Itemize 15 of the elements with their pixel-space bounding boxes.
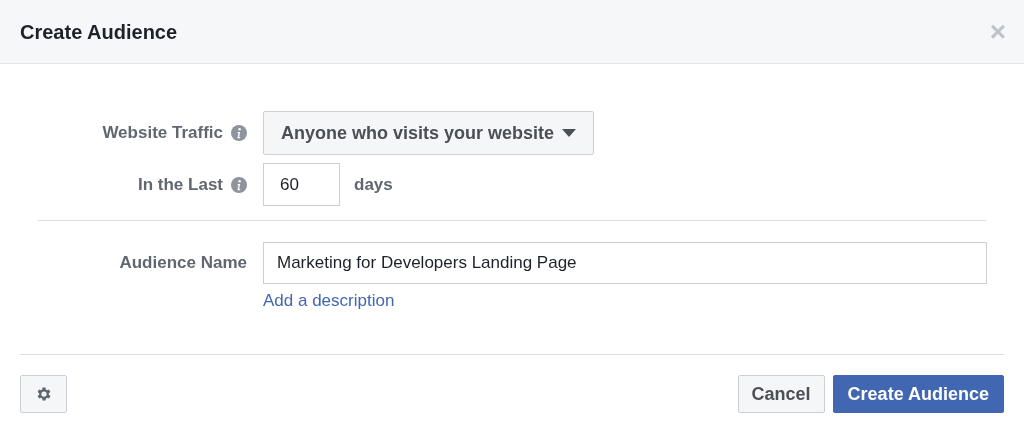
caret-icon (562, 129, 577, 137)
audience-dropdown[interactable]: Anyone who visits your website (263, 111, 595, 155)
field-label: Audience Name (119, 252, 247, 275)
days-input[interactable]: 60 (263, 163, 340, 206)
create-audience-button[interactable]: Create Audience (832, 375, 1004, 413)
audience-name-input[interactable]: Marketing for Developers Landing Page (263, 242, 987, 284)
dialog-title: Create Audience (20, 19, 178, 45)
unit-label: days (354, 173, 393, 196)
cancel-button[interactable]: Cancel (737, 375, 825, 413)
field-label: Website Traffic (102, 122, 223, 145)
info-icon[interactable] (231, 125, 247, 141)
info-icon[interactable] (231, 176, 247, 193)
settings-button[interactable] (20, 375, 67, 413)
field-label: In the Last (138, 173, 223, 196)
add-description-link[interactable]: Add a description (263, 288, 395, 314)
